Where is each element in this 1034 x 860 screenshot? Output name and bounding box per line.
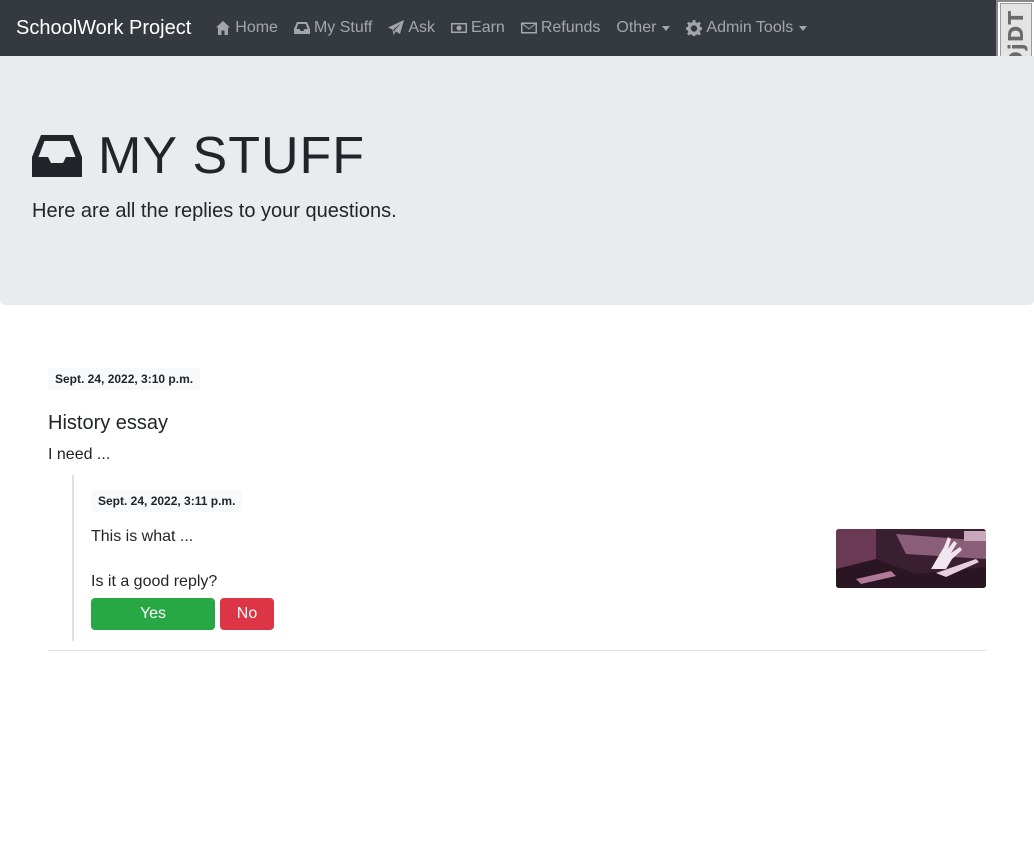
nav-other-dropdown[interactable]: Other — [608, 0, 678, 56]
reply-attachment-image[interactable] — [836, 529, 986, 588]
caret-down-icon — [799, 25, 808, 31]
attachment-thumbnail — [836, 529, 986, 588]
section-divider — [48, 650, 986, 651]
question-title: History essay — [48, 412, 169, 434]
nav-refunds[interactable]: Refunds — [513, 0, 609, 56]
nav-admin-tools-label: Admin Tools — [706, 19, 794, 36]
reply-timestamp-badge: Sept. 24, 2022, 3:11 p.m. — [91, 490, 243, 512]
nav-home[interactable]: Home — [207, 0, 286, 56]
inbox-icon — [32, 135, 82, 177]
paper-plane-icon — [388, 20, 405, 35]
reply-card: Sept. 24, 2022, 3:11 p.m. This is what .… — [72, 475, 986, 641]
page-title: MY STUFF — [32, 126, 365, 186]
nav-my-stuff-label: My Stuff — [313, 19, 373, 36]
nav-admin-tools-dropdown[interactable]: Admin Tools — [678, 0, 815, 56]
page-subtitle: Here are all the replies to your questio… — [32, 200, 397, 222]
nav-ask-label: Ask — [408, 19, 436, 36]
page-title-text: MY STUFF — [98, 127, 366, 185]
nav-other-label: Other — [616, 19, 657, 36]
brand-link[interactable]: SchoolWork Project — [16, 17, 191, 40]
nav-my-stuff[interactable]: My Stuff — [286, 0, 380, 56]
nav-earn[interactable]: Earn — [443, 0, 513, 56]
nav-refunds-label: Refunds — [540, 19, 601, 36]
nav-earn-label: Earn — [471, 19, 505, 36]
inbox-icon — [293, 22, 310, 34]
reply-rating-prompt: Is it a good reply? — [91, 573, 218, 590]
reply-body: This is what ... — [91, 528, 194, 545]
caret-down-icon — [662, 25, 671, 31]
top-navbar: SchoolWork Project Home My Stuff Ask Ear… — [0, 0, 1034, 56]
home-icon — [216, 21, 231, 35]
nav-home-label: Home — [235, 19, 278, 36]
no-button[interactable]: No — [220, 598, 274, 630]
nav-ask[interactable]: Ask — [380, 0, 443, 56]
envelope-icon — [520, 22, 537, 34]
yes-button[interactable]: Yes — [91, 598, 215, 630]
question-body: I need ... — [48, 446, 111, 463]
page-header: MY STUFF Here are all the replies to you… — [0, 56, 1034, 305]
money-icon — [451, 23, 468, 33]
gear-icon — [686, 20, 703, 36]
question-timestamp-badge: Sept. 24, 2022, 3:10 p.m. — [48, 368, 201, 390]
